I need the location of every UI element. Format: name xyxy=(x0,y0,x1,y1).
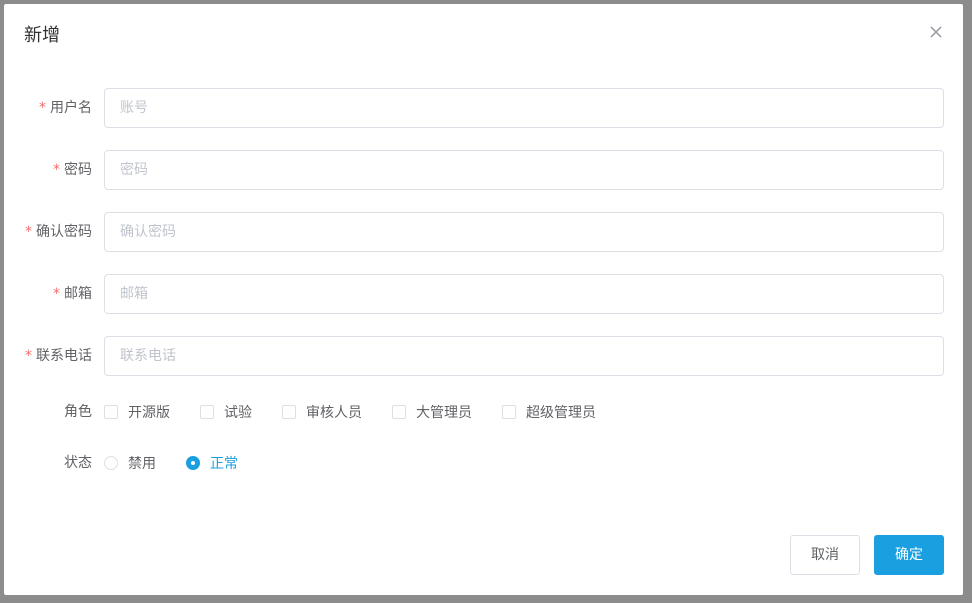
status-label: 状态 xyxy=(64,455,92,471)
required-mark: * xyxy=(25,224,32,240)
add-user-dialog: 新增 *用户名 *密码 *确认密码 *邮箱 *联系电话 角色 开源版 xyxy=(4,4,963,595)
status-radio-group: 禁用 正常 xyxy=(104,443,268,483)
role-checkbox-opensource[interactable]: 开源版 xyxy=(104,402,170,422)
username-label: * 用户名 xyxy=(39,100,92,116)
checkbox-icon[interactable] xyxy=(282,405,296,419)
role-checkbox-reviewer[interactable]: 审核人员 xyxy=(282,402,362,422)
role-option-label: 超级管理员 xyxy=(526,405,596,421)
email-input[interactable] xyxy=(104,274,944,314)
roles-label: 角色 xyxy=(64,404,92,420)
phone-input[interactable] xyxy=(104,336,944,376)
status-radio-normal[interactable]: 正常 xyxy=(186,453,238,473)
radio-checked-icon[interactable] xyxy=(186,456,200,470)
password-label: * 密码 xyxy=(53,162,92,178)
form-item-username: * 用户名 xyxy=(4,88,963,128)
email-label: * 邮箱 xyxy=(53,286,92,302)
status-option-label: 正常 xyxy=(210,456,238,472)
status-option-label: 禁用 xyxy=(128,456,156,472)
checkbox-icon[interactable] xyxy=(392,405,406,419)
roles-checkbox-group: 开源版 试验 审核人员 大管理员 超级管理员 xyxy=(104,392,626,432)
form-item-password: * 密码 xyxy=(4,150,963,190)
role-option-label: 开源版 xyxy=(128,405,170,421)
confirm-button[interactable]: 确定 xyxy=(874,535,944,575)
role-checkbox-admin[interactable]: 大管理员 xyxy=(392,402,472,422)
cancel-button[interactable]: 取消 xyxy=(790,535,860,575)
username-input[interactable] xyxy=(104,88,944,128)
radio-icon[interactable] xyxy=(104,456,118,470)
close-icon[interactable] xyxy=(928,24,944,40)
form-item-status: 状态 禁用 正常 xyxy=(4,443,963,483)
form-item-confirm-password: * 确认密码 xyxy=(4,212,963,252)
checkbox-icon[interactable] xyxy=(502,405,516,419)
confirm-password-input[interactable] xyxy=(104,212,944,252)
phone-label: * 联系电话 xyxy=(25,348,92,364)
required-mark: * xyxy=(39,100,46,116)
required-mark: * xyxy=(53,286,60,302)
form-item-roles: 角色 开源版 试验 审核人员 大管理员 超级管理员 xyxy=(4,392,963,432)
required-mark: * xyxy=(53,162,60,178)
role-checkbox-superadmin[interactable]: 超级管理员 xyxy=(502,402,596,422)
password-input[interactable] xyxy=(104,150,944,190)
form-item-phone: * 联系电话 xyxy=(4,336,963,376)
checkbox-icon[interactable] xyxy=(200,405,214,419)
required-mark: * xyxy=(25,348,32,364)
status-radio-disabled[interactable]: 禁用 xyxy=(104,453,156,473)
role-option-label: 大管理员 xyxy=(416,405,472,421)
role-checkbox-trial[interactable]: 试验 xyxy=(200,402,252,422)
checkbox-icon[interactable] xyxy=(104,405,118,419)
dialog-title: 新增 xyxy=(24,25,60,46)
role-option-label: 审核人员 xyxy=(306,405,362,421)
role-option-label: 试验 xyxy=(224,405,252,421)
confirm-password-label: * 确认密码 xyxy=(25,224,92,240)
form-item-email: * 邮箱 xyxy=(4,274,963,314)
